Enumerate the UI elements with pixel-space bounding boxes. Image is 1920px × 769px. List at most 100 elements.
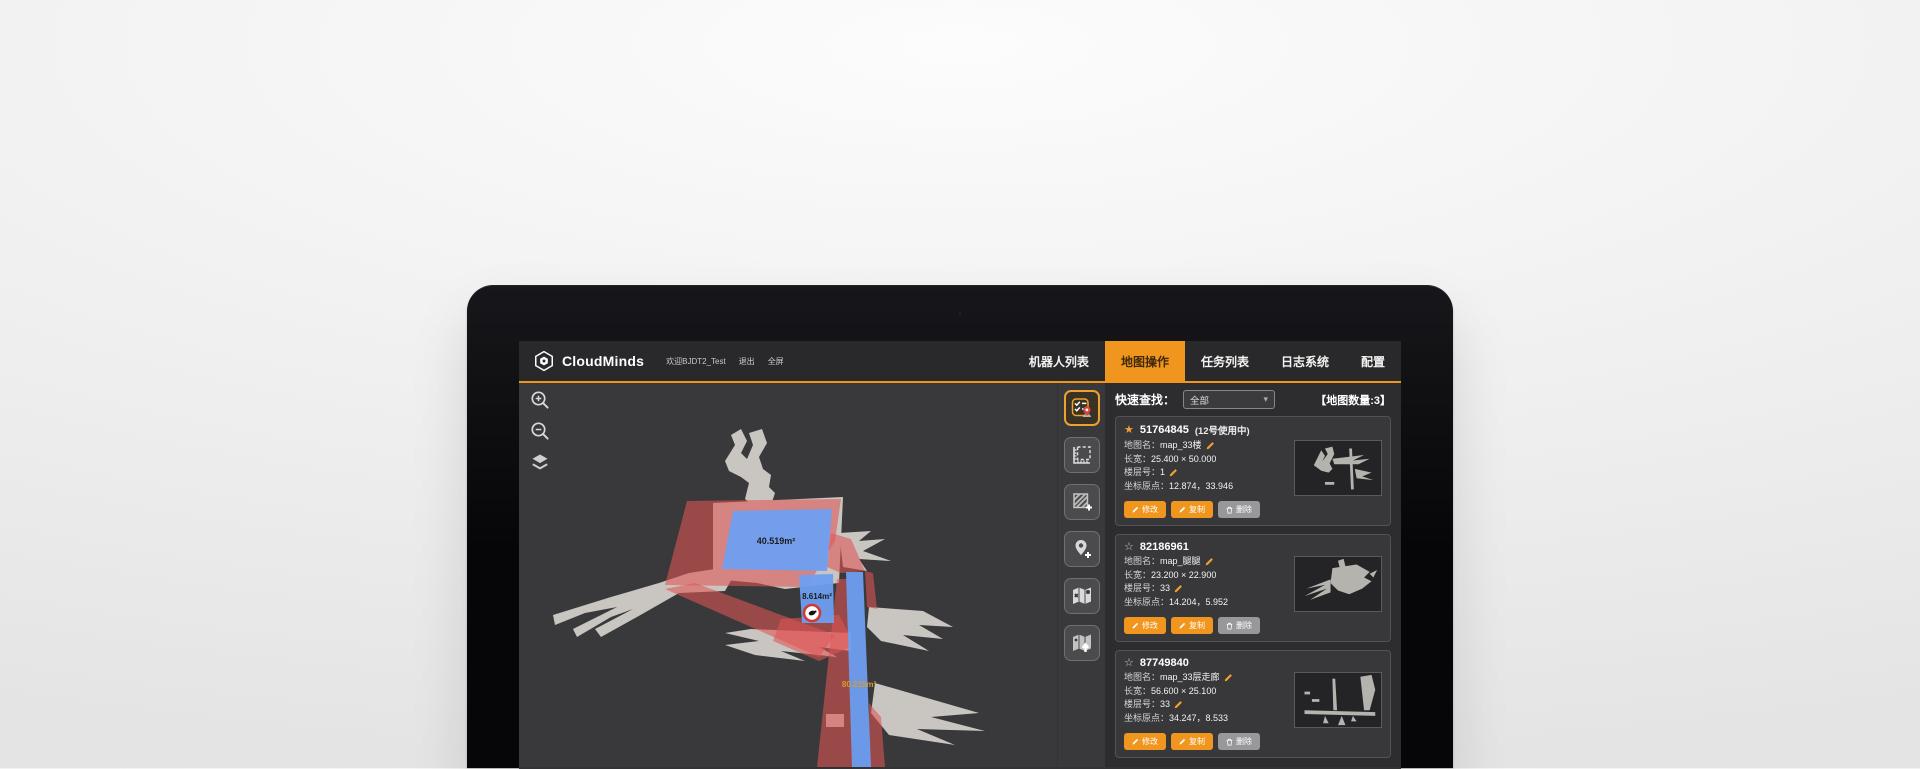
pencil-icon [1179,506,1186,513]
welcome-text: 欢迎BJDT2_Test [666,356,726,367]
size-label: 长宽： [1124,569,1151,583]
edit-pencil-icon[interactable] [1205,557,1214,566]
card-fields: 地图名：map_腿腿 长宽：23.200 × 22.900 楼层号：33 坐标原… [1124,555,1288,609]
nav-map-operations[interactable]: 地图操作 [1105,341,1185,381]
floor-label: 楼层号： [1124,698,1160,712]
map-list-panel: 快速查找： 全部 ▾ 【地图数量:3】 ★ 51764845 (12号使用中) [1105,383,1401,767]
panel-toolbar: 快速查找： 全部 ▾ 【地图数量:3】 [1115,390,1391,409]
area-label-small: 8.614m² [802,592,832,601]
card-title-row: ☆ 87749840 [1124,657,1382,669]
size-label: 长宽： [1124,453,1151,467]
copy-button[interactable]: 复制 [1171,501,1213,518]
lidar-map: 40.519m² 8.614m² 80.215m² [519,383,1057,767]
edit-pencil-icon[interactable] [1174,584,1183,593]
floor-value: 33 [1160,582,1170,596]
origin-value: 12.874，33.946 [1169,480,1233,494]
modify-button[interactable]: 修改 [1124,617,1166,634]
webcam-dot [958,311,963,316]
tool-add-forbidden-zone[interactable] [1064,484,1100,520]
star-icon[interactable]: ☆ [1124,542,1134,553]
floor-label: 楼层号： [1124,466,1160,480]
map-edit-icon [1070,584,1094,608]
brand-name: CloudMinds [562,353,644,369]
edit-pencil-icon[interactable] [1224,673,1233,682]
copy-label: 复制 [1189,620,1205,631]
origin-label: 坐标原点： [1124,480,1169,494]
map-count-badge: 【地图数量:3】 [1315,392,1391,408]
nav-log-system[interactable]: 日志系统 [1265,341,1345,381]
main-nav: 机器人列表 地图操作 任务列表 日志系统 配置 [1013,341,1401,381]
tool-poi-task-list[interactable] [1064,390,1100,426]
session-info: 欢迎BJDT2_Test 退出 全屏 [666,341,784,381]
tool-map-edit[interactable] [1064,578,1100,614]
map-id: 51764845 [1140,424,1189,436]
star-icon[interactable]: ★ [1124,425,1134,436]
modify-button[interactable]: 修改 [1124,733,1166,750]
nav-robot-list[interactable]: 机器人列表 [1013,341,1105,381]
modify-label: 修改 [1142,504,1158,515]
map-thumbnail-svg [1295,441,1381,495]
floor-value: 1 [1160,466,1165,480]
map-toolbar [1057,383,1105,767]
lidar-scan-layer [553,429,985,745]
copy-label: 复制 [1189,736,1205,747]
map-id: 82186961 [1140,541,1189,553]
nav-config[interactable]: 配置 [1345,341,1401,381]
map-card: ☆ 82186961 地图名：map_腿腿 长宽：23.200 × 22.900… [1115,534,1391,642]
star-icon[interactable]: ☆ [1124,658,1134,669]
layers-button[interactable] [529,451,551,473]
delete-button[interactable]: 删除 [1218,501,1260,518]
tool-measure-region[interactable] [1064,437,1100,473]
quick-find-label: 快速查找： [1115,391,1175,408]
delete-button[interactable]: 删除 [1218,733,1260,750]
nav-task-list[interactable]: 任务列表 [1185,341,1265,381]
edit-pencil-icon[interactable] [1206,441,1215,450]
modify-button[interactable]: 修改 [1124,501,1166,518]
card-actions: 修改 复制 删除 [1124,733,1382,750]
map-id: 87749840 [1140,657,1189,669]
map-thumbnail[interactable] [1294,672,1382,728]
pencil-icon [1179,622,1186,629]
pencil-icon [1132,506,1139,513]
delete-label: 删除 [1236,736,1252,747]
trash-icon [1226,622,1233,630]
card-actions: 修改 复制 删除 [1124,617,1382,634]
map-upload-icon [1070,631,1094,655]
map-card: ☆ 87749840 地图名：map_33层走廊 长宽：56.600 × 25.… [1115,650,1391,758]
delete-button[interactable]: 删除 [1218,617,1260,634]
fullscreen-link[interactable]: 全屏 [768,356,784,367]
map-name-value: map_33层走廊 [1160,671,1220,685]
measure-region-icon [1070,443,1094,467]
zoom-out-button[interactable] [529,420,551,442]
zoom-in-button[interactable] [529,389,551,411]
robot-marker[interactable] [804,605,820,621]
copy-button[interactable]: 复制 [1171,733,1213,750]
origin-value: 14.204，5.952 [1169,596,1228,610]
edit-pencil-icon[interactable] [1174,700,1183,709]
map-thumbnail-svg [1295,557,1381,611]
size-value: 56.600 × 25.100 [1151,685,1216,699]
app-screen: CloudMinds 欢迎BJDT2_Test 退出 全屏 机器人列表 地图操作… [519,341,1401,769]
copy-button[interactable]: 复制 [1171,617,1213,634]
tool-map-upload[interactable] [1064,625,1100,661]
map-card: ★ 51764845 (12号使用中) 地图名：map_33楼 长宽：25.40… [1115,416,1391,526]
map-name-label: 地图名： [1124,555,1160,569]
logout-link[interactable]: 退出 [739,356,755,367]
filter-select[interactable]: 全部 ▾ [1183,390,1275,409]
brand: CloudMinds [533,341,644,381]
map-canvas[interactable]: 40.519m² 8.614m² 80.215m² [519,383,1057,767]
map-name-value: map_腿腿 [1160,555,1201,569]
map-thumbnail[interactable] [1294,440,1382,496]
map-name-label: 地图名： [1124,439,1160,453]
map-thumbnail-svg [1295,673,1381,727]
area-label-corridor: 80.215m² [842,680,877,689]
size-label: 长宽： [1124,685,1151,699]
size-value: 23.200 × 22.900 [1151,569,1216,583]
edit-pencil-icon[interactable] [1169,468,1178,477]
app-body: 40.519m² 8.614m² 80.215m² [519,383,1401,767]
filter-selected-value: 全部 [1190,393,1209,407]
tool-add-poi[interactable] [1064,531,1100,567]
poi-task-list-icon [1070,396,1094,420]
map-thumbnail[interactable] [1294,556,1382,612]
origin-label: 坐标原点： [1124,712,1169,726]
